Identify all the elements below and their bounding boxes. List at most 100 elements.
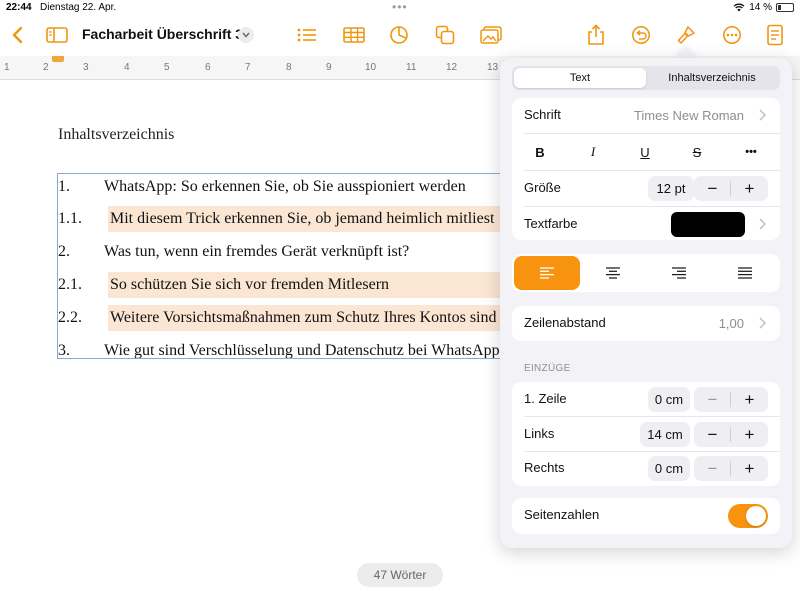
table-icon[interactable] [339,18,369,52]
toc-entry-number: 1.1. [58,210,82,227]
toc-entry-number: 3. [58,342,70,359]
increase-first-line-button[interactable]: + [731,387,768,412]
size-value[interactable]: 12 pt [648,176,694,201]
back-chevron-icon[interactable] [2,18,32,52]
pages-app-screen: 22:44 Dienstag 22. Apr. ••• 14 % Facharb… [0,0,800,600]
bold-button[interactable]: B [520,142,560,162]
toc-entry-text: Mit diesem Trick erkennen Sie, ob jemand… [110,210,495,227]
more-icon[interactable] [717,18,747,52]
sidebar-toggle-icon[interactable] [42,18,72,52]
battery-icon [776,3,794,12]
increase-size-button[interactable]: + [731,176,768,201]
list-icon[interactable] [292,18,322,52]
page-numbers-toggle[interactable] [728,504,768,528]
italic-button[interactable]: I [573,142,613,162]
ruler-number: 10 [365,62,377,73]
decrease-right-indent-button[interactable]: − [694,456,731,481]
font-value: Times New Roman [633,108,744,123]
ruler-number: 5 [164,62,170,73]
word-count-badge[interactable]: 47 Wörter [357,563,443,587]
left-indent-value[interactable]: 14 cm [640,422,690,447]
font-card: Schrift Times New Roman B I U S ••• Größ… [512,98,780,240]
strikethrough-button[interactable]: S [677,142,717,162]
document-setup-icon[interactable] [760,18,790,52]
align-left-icon [540,267,554,279]
ruler-number: 2 [43,62,49,73]
text-style-row: B I U S ••• [512,134,780,169]
shapes-icon[interactable] [430,18,460,52]
increase-right-indent-button[interactable]: + [731,456,768,481]
toc-entry[interactable]: 2.2. Weitere Vorsichtsmaßnahmen zum Schu… [58,305,516,331]
ruler-number: 13 [487,62,499,73]
right-indent-value[interactable]: 0 cm [648,456,690,481]
align-right-button[interactable] [646,256,712,290]
first-line-value[interactable]: 0 cm [648,387,690,412]
toc-entry[interactable]: 1. WhatsApp: So erkennen Sie, ob Sie aus… [58,174,516,200]
document-title[interactable]: Facharbeit Überschrift 3 [82,26,243,42]
indents-card: 1. Zeile 0 cm − + Links 14 cm − + Rechts… [512,382,780,486]
title-chevron-down-icon[interactable] [238,27,254,43]
align-left-button[interactable] [514,256,580,290]
toc-entry[interactable]: 1.1. Mit diesem Trick erkennen Sie, ob j… [58,206,516,232]
status-right: 14 % [733,2,794,13]
right-indent-row: Rechts 0 cm − + [512,451,780,486]
toc-entry-number: 2. [58,243,70,260]
decrease-left-indent-button[interactable]: − [694,422,731,447]
indents-section-label: EINZÜGE [524,363,571,374]
increase-left-indent-button[interactable]: + [731,422,768,447]
toc-entry-text: Weitere Vorsichtsmaßnahmen zum Schutz Ih… [110,309,513,326]
toc-entry-number: 2.1. [58,276,82,293]
multitask-dots-icon[interactable]: ••• [392,0,408,14]
font-row[interactable]: Schrift Times New Roman [512,98,780,133]
ruler-number: 4 [124,62,130,73]
chevron-right-icon [759,218,767,230]
chart-icon[interactable] [384,18,414,52]
toc-entry[interactable]: 2. Was tun, wenn ein fremdes Gerät verkn… [58,239,516,265]
undo-icon[interactable] [626,18,656,52]
toolbar: Facharbeit Überschrift 3 [0,18,800,54]
ruler-number: 9 [326,62,332,73]
document-heading[interactable]: Inhaltsverzeichnis [58,126,174,144]
status-time: 22:44 [6,2,32,13]
line-spacing-value: 1,00 [718,316,744,331]
first-line-indent-row: 1. Zeile 0 cm − + [512,382,780,417]
share-icon[interactable] [581,18,611,52]
media-icon[interactable] [476,18,506,52]
underline-button[interactable]: U [625,142,665,162]
chevron-right-icon [759,317,767,329]
battery-percent: 14 % [749,2,772,13]
decrease-first-line-button[interactable]: − [694,387,731,412]
status-date: Dienstag 22. Apr. [40,2,117,13]
left-indent-row: Links 14 cm − + [512,417,780,452]
tab-text[interactable]: Text [514,68,646,88]
line-spacing-row[interactable]: Zeilenabstand 1,00 [512,306,780,341]
text-color-row[interactable]: Textfarbe [512,207,780,240]
toc-entry[interactable]: 3. Wie gut sind Verschlüsselung und Date… [58,338,516,359]
align-justify-icon [738,267,752,279]
size-stepper: − + [694,176,768,201]
size-row: Größe 12 pt − + [512,171,780,206]
left-indent-stepper: − + [694,422,768,447]
size-label: Größe [524,180,561,195]
ruler-indent-marker[interactable] [52,56,64,62]
table-of-contents[interactable]: 1. WhatsApp: So erkennen Sie, ob Sie aus… [57,173,517,359]
wifi-icon [733,3,745,12]
ruler-number: 1 [4,62,10,73]
line-spacing-card: Zeilenabstand 1,00 [512,306,780,341]
align-justify-button[interactable] [712,256,778,290]
first-line-stepper: − + [694,387,768,412]
ruler-number: 12 [446,62,458,73]
text-color-swatch[interactable] [671,212,745,237]
toc-entry-number: 1. [58,178,70,195]
first-line-label: 1. Zeile [524,391,567,406]
toc-entry-text: Wie gut sind Verschlüsselung und Datensc… [104,342,507,359]
chevron-right-icon [759,109,767,121]
decrease-size-button[interactable]: − [694,176,731,201]
toc-entry[interactable]: 2.1. So schützen Sie sich vor fremden Mi… [58,272,516,298]
align-center-button[interactable] [580,256,646,290]
tab-table-of-contents[interactable]: Inhaltsverzeichnis [646,68,778,88]
ruler-number: 6 [205,62,211,73]
text-color-label: Textfarbe [524,216,578,231]
align-right-icon [672,267,686,279]
more-styles-button[interactable]: ••• [731,142,771,162]
